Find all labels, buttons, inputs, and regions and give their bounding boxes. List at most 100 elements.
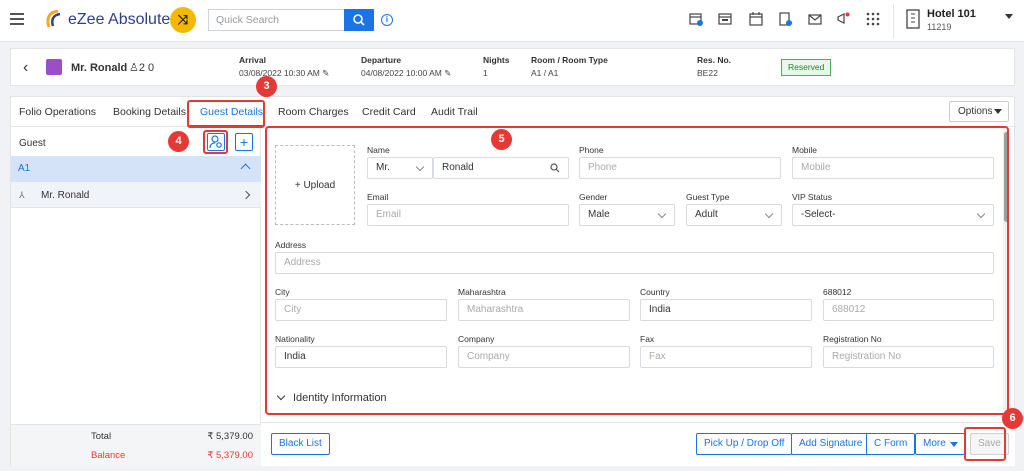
tab-audit-trail[interactable]: Audit Trail — [431, 106, 478, 118]
zip-label: 688012 — [823, 287, 852, 297]
registration-no-input[interactable]: Registration No — [823, 346, 994, 368]
highlight-box-save — [964, 427, 1006, 461]
search-icon — [550, 163, 560, 173]
app-logo[interactable]: eZee Absolute — [44, 9, 170, 31]
hotel-name: Hotel 101 — [927, 8, 976, 20]
guest-type-label: Guest Type — [686, 192, 730, 202]
city-input[interactable]: City — [275, 299, 447, 321]
c-form-button[interactable]: C Form — [866, 433, 916, 455]
mobile-label: Mobile — [792, 145, 818, 155]
tab-folio-operations[interactable]: Folio Operations — [19, 106, 96, 118]
back-arrow-icon[interactable]: ‹ — [23, 59, 28, 77]
address-input[interactable]: Address — [275, 252, 994, 274]
pickup-dropoff-button[interactable]: Pick Up / Drop Off — [696, 433, 793, 455]
chevron-right-icon — [241, 190, 251, 200]
state-label: Maharashtra — [458, 287, 506, 297]
guest-type-select[interactable]: Adult — [686, 204, 782, 226]
email-input[interactable]: Email — [367, 204, 569, 226]
app-name: eZee Absolute — [68, 11, 171, 28]
chevron-up-icon — [240, 163, 251, 174]
status-badge: Reserved — [781, 59, 832, 76]
salutation-select[interactable]: Mr. — [367, 157, 433, 179]
shuffle-icon[interactable]: ⤨ — [170, 7, 196, 33]
ezee-logo-icon — [44, 9, 64, 31]
fax-input[interactable]: Fax — [640, 346, 812, 368]
scrollbar-thumb[interactable] — [1004, 132, 1007, 222]
grid-apps-icon[interactable] — [866, 12, 880, 26]
top-bar: eZee Absolute ⤨ Quick Search i Hotel 101… — [0, 0, 1024, 42]
calendar-add-icon[interactable] — [689, 12, 703, 26]
balance-value: ₹ 5,379.00 — [207, 450, 253, 461]
hotel-id: 11219 — [927, 22, 952, 32]
room-group-a1[interactable]: A1 — [11, 156, 261, 182]
mail-icon[interactable] — [808, 12, 822, 26]
edit-icon[interactable]: ✎ — [444, 68, 451, 78]
calendar-icon[interactable] — [749, 12, 763, 26]
guest-sidebar: Guest + A1 ⅄ Mr. Ronald Total ₹ 5,379.00… — [11, 128, 261, 466]
address-label: Address — [275, 240, 307, 250]
calendar-view-icon[interactable] — [718, 12, 732, 26]
add-signature-button[interactable]: Add Signature — [791, 433, 871, 455]
country-label: Country — [640, 287, 670, 297]
guest-tree-icon: ⅄ — [19, 190, 25, 200]
nationality-input[interactable]: India — [275, 346, 447, 368]
state-input[interactable]: Maharashtra — [458, 299, 630, 321]
mobile-input[interactable]: Mobile — [792, 157, 994, 179]
main-panel: Folio Operations Booking Details Guest D… — [10, 96, 1016, 466]
caret-down-icon[interactable] — [1005, 14, 1013, 19]
room-info: Room / Room Type A1 / A1 — [531, 55, 608, 78]
country-input[interactable]: India — [640, 299, 812, 321]
building-icon — [906, 9, 920, 29]
tab-credit-card[interactable]: Credit Card — [362, 106, 416, 118]
pax-value: 2 0 — [138, 62, 155, 74]
document-icon[interactable] — [778, 12, 792, 26]
guest-profile-icon — [46, 59, 62, 75]
tab-room-charges[interactable]: Room Charges — [278, 106, 349, 118]
info-icon[interactable]: i — [381, 14, 393, 26]
res-number-info: Res. No. BE22 — [697, 55, 732, 78]
black-list-button[interactable]: Black List — [271, 433, 330, 455]
action-footer: Black List Pick Up / Drop Off Add Signat… — [261, 422, 1015, 466]
phone-input[interactable]: Phone — [579, 157, 781, 179]
upload-photo-button[interactable]: + Upload — [275, 145, 355, 225]
totals-panel: Total ₹ 5,379.00 Balance ₹ 5,379.00 — [11, 424, 261, 466]
vip-status-label: VIP Status — [792, 192, 833, 202]
search-icon — [353, 14, 365, 26]
company-label: Company — [458, 334, 495, 344]
gender-select[interactable]: Male — [579, 204, 675, 226]
caret-down-icon — [994, 109, 1002, 114]
divider — [893, 4, 894, 38]
edit-icon[interactable]: ✎ — [322, 68, 329, 78]
email-label: Email — [367, 192, 389, 202]
registration-no-label: Registration No — [823, 334, 882, 344]
search-input[interactable]: Quick Search — [208, 9, 344, 31]
name-input[interactable]: Ronald — [433, 157, 569, 179]
sidebar-title: Guest — [19, 138, 46, 149]
megaphone-icon[interactable] — [836, 12, 850, 26]
tab-booking-details[interactable]: Booking Details — [113, 106, 186, 118]
total-label: Total — [91, 431, 112, 442]
phone-label: Phone — [579, 145, 604, 155]
options-button[interactable]: Options — [949, 101, 1009, 122]
fax-label: Fax — [640, 334, 655, 344]
add-guest-button[interactable]: + — [235, 133, 253, 151]
arrival-info: Arrival 03/08/2022 10:30 AM ✎ — [239, 55, 330, 78]
city-label: City — [275, 287, 290, 297]
step-marker-4: 4 — [168, 131, 189, 152]
reservation-header: ‹ Mr. Ronald ♙2 0 Arrival 03/08/2022 10:… — [10, 48, 1015, 86]
highlight-box-guest-button — [203, 130, 228, 154]
chevron-down-icon[interactable] — [276, 391, 286, 401]
search-button[interactable] — [344, 9, 374, 31]
more-button[interactable]: More — [915, 433, 965, 455]
guest-name: Mr. Ronald — [71, 62, 128, 74]
identity-information-section[interactable]: Identity Information — [293, 392, 387, 404]
name-label: Name — [367, 145, 390, 155]
highlight-box-tab — [187, 100, 265, 128]
nights-info: Nights 1 — [483, 55, 510, 78]
company-input[interactable]: Company — [458, 346, 630, 368]
step-marker-6: 6 — [1002, 408, 1023, 429]
hamburger-menu-icon[interactable] — [10, 13, 24, 25]
zip-input[interactable]: 688012 — [823, 299, 994, 321]
vip-status-select[interactable]: -Select- — [792, 204, 994, 226]
guest-list-item[interactable]: ⅄ Mr. Ronald — [11, 182, 261, 208]
